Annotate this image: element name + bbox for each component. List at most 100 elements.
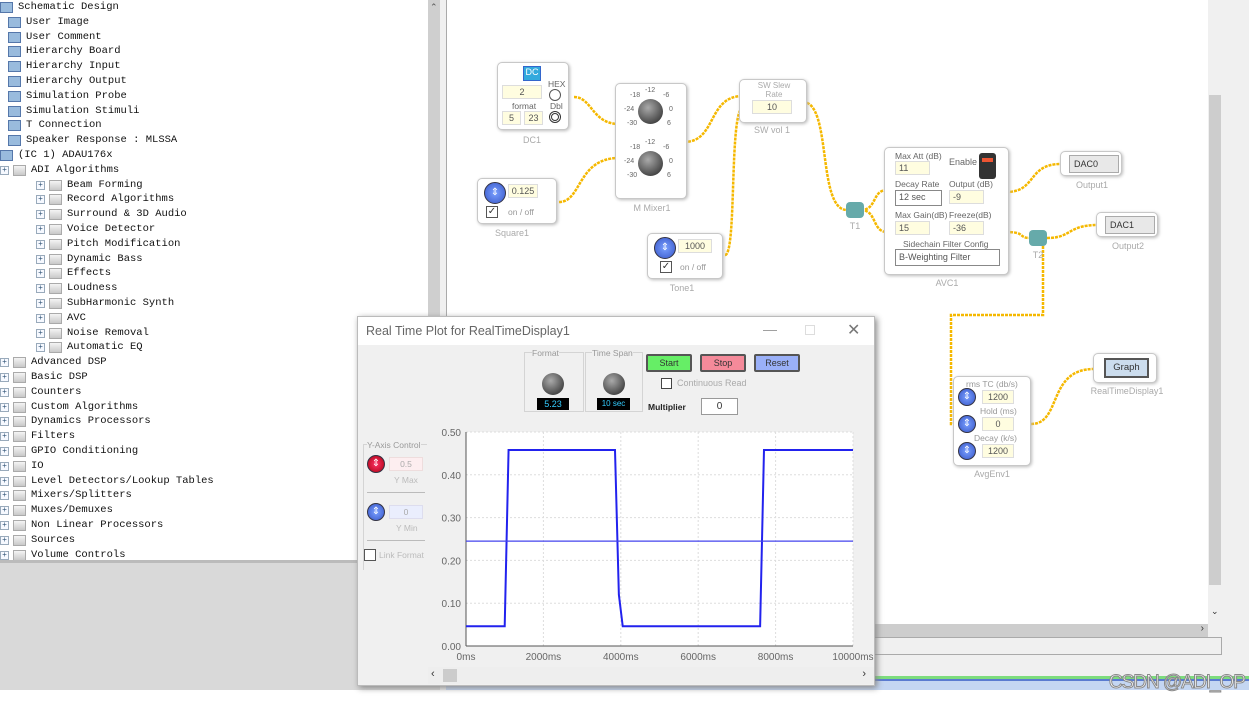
format-knob[interactable] (542, 373, 564, 395)
hold-field[interactable]: 0 (982, 417, 1014, 431)
avc-block[interactable]: Max Att (dB) 11 Enable Decay Rate 12 sec… (884, 147, 1009, 275)
expand-icon[interactable]: + (36, 328, 45, 338)
expand-icon[interactable]: + (36, 195, 45, 205)
output-field[interactable]: -9 (949, 190, 984, 204)
tree-item[interactable]: Simulation Stimuli (8, 104, 139, 119)
dbl-radio[interactable] (549, 111, 561, 123)
output2-block[interactable]: DAC1 (1096, 212, 1158, 237)
plot-horizontal-scrollbar[interactable]: ‹ › (428, 667, 874, 684)
tree-item[interactable]: + Effects (36, 266, 111, 281)
expand-icon[interactable]: + (0, 373, 9, 382)
mixer-knob-1[interactable] (638, 99, 663, 124)
output1-block[interactable]: DAC0 (1060, 151, 1122, 176)
minimize-icon[interactable]: — (763, 321, 777, 337)
spin-icon[interactable]: ⇕ (484, 182, 506, 204)
expand-icon[interactable]: + (0, 491, 9, 501)
tree-item[interactable]: + Record Algorithms (36, 192, 174, 207)
decay-select[interactable]: 12 sec (895, 190, 942, 206)
tree-item[interactable]: Hierarchy Board (8, 44, 121, 59)
expand-icon[interactable]: + (0, 165, 9, 175)
max-gain-field[interactable]: 15 (895, 221, 930, 235)
graph-button[interactable]: Graph (1104, 358, 1149, 378)
tree-item[interactable]: + Sources (0, 533, 75, 548)
hex-radio[interactable] (549, 89, 561, 101)
expand-icon[interactable]: + (0, 476, 9, 486)
expand-icon[interactable]: + (0, 417, 9, 427)
tone-block[interactable]: ⇕ 1000 ✓ on / off (647, 233, 723, 279)
expand-icon[interactable]: + (36, 254, 45, 264)
output1-select[interactable]: DAC0 (1069, 155, 1119, 173)
expand-icon[interactable]: + (36, 239, 45, 249)
square-value-field[interactable]: 0.125 (508, 184, 538, 198)
scroll-up-icon[interactable]: ⌃ (430, 2, 438, 13)
expand-icon[interactable]: + (36, 284, 45, 294)
start-button[interactable]: Start (646, 354, 692, 372)
sidechain-select[interactable]: B-Weighting Filter (895, 249, 1000, 266)
expand-icon[interactable]: + (0, 461, 9, 471)
spin-icon[interactable]: ⇕ (958, 442, 976, 460)
scroll-thumb[interactable] (443, 669, 457, 682)
tree-item[interactable]: + Custom Algorithms (0, 400, 138, 415)
tree-item[interactable]: T Connection (8, 118, 102, 133)
t2-connection[interactable] (1029, 230, 1047, 246)
expand-icon[interactable]: + (36, 299, 45, 308)
canvas-vertical-scrollbar[interactable]: ⌄ (1208, 0, 1222, 624)
tree-item[interactable]: Speaker Response : MLSSA (8, 133, 177, 148)
reset-button[interactable]: Reset (754, 354, 800, 372)
tree-item[interactable]: + Dynamics Processors (0, 414, 151, 429)
tree-item[interactable]: Simulation Probe (8, 89, 127, 104)
swvol-block[interactable]: SW Slew Rate 10 (739, 79, 807, 123)
t1-connection[interactable] (846, 202, 864, 218)
spin-icon[interactable]: ⇕ (958, 388, 976, 406)
scroll-right-icon[interactable]: › (862, 668, 866, 680)
tree-item[interactable]: Hierarchy Output (8, 74, 127, 89)
scroll-left-icon[interactable]: ‹ (431, 668, 435, 680)
tree-item[interactable]: + Beam Forming (36, 178, 143, 193)
continuous-read-checkbox[interactable] (661, 378, 672, 389)
tone-checkbox[interactable]: ✓ (660, 261, 672, 273)
multiplier-input[interactable]: 0 (701, 398, 738, 415)
tree-item[interactable]: + AVC (36, 311, 86, 326)
expand-icon[interactable]: + (0, 358, 9, 368)
tree-item[interactable]: + SubHarmonic Synth (36, 296, 174, 311)
tree-item[interactable]: + Dynamic Bass (36, 252, 143, 267)
dc-block[interactable]: DC 2 format 5 23 HEX Dbl (497, 62, 569, 130)
expand-icon[interactable]: + (36, 313, 45, 323)
square-block[interactable]: ⇕ 0.125 ✓ on / off (477, 178, 557, 224)
expand-icon[interactable]: + (0, 402, 9, 412)
tree-item[interactable]: + Noise Removal (36, 326, 149, 341)
expand-icon[interactable]: + (0, 432, 9, 442)
expand-icon[interactable]: + (0, 447, 9, 456)
dc-value-field[interactable]: 2 (502, 85, 542, 99)
tree-item[interactable]: + Non Linear Processors (0, 518, 163, 533)
expand-icon[interactable]: + (0, 550, 9, 560)
expand-icon[interactable]: + (36, 269, 45, 279)
enable-switch[interactable] (979, 153, 996, 179)
format-a-field[interactable]: 5 (502, 111, 521, 125)
expand-icon[interactable]: + (0, 387, 9, 397)
tree-item[interactable]: + IO (0, 459, 44, 474)
tree-item[interactable]: + Basic DSP (0, 370, 88, 385)
avgenv-block[interactable]: rms TC (db/s) ⇕ 1200 Hold (ms) ⇕ 0 Decay… (953, 376, 1031, 466)
tree-item[interactable]: Hierarchy Input (8, 59, 121, 74)
slew-value-field[interactable]: 10 (752, 100, 792, 114)
rtd-block[interactable]: Graph (1093, 353, 1157, 383)
expand-icon[interactable]: + (0, 506, 9, 516)
mixer-block[interactable]: -12 -18 -6 -24 0 -30 6 -12 -18 -6 -24 0 … (615, 83, 687, 199)
tree-item[interactable]: + Surround & 3D Audio (36, 207, 187, 222)
expand-icon[interactable]: + (0, 535, 9, 545)
tree-item[interactable]: Schematic Design (0, 0, 119, 15)
close-icon[interactable]: ✕ (847, 320, 860, 340)
tree-item[interactable]: + Filters (0, 429, 75, 444)
maximize-icon[interactable] (805, 325, 815, 335)
expand-icon[interactable]: + (36, 225, 45, 234)
scroll-down-icon[interactable]: ⌄ (1211, 606, 1219, 617)
expand-icon[interactable]: + (36, 210, 45, 220)
stop-button[interactable]: Stop (700, 354, 746, 372)
avg-decay-field[interactable]: 1200 (982, 444, 1014, 458)
tree-item[interactable]: + Loudness (36, 281, 117, 296)
tree-item[interactable]: User Image (8, 15, 89, 30)
tree-item[interactable]: + Counters (0, 385, 81, 400)
tree-item[interactable]: + GPIO Conditioning (0, 444, 138, 459)
tree-item[interactable]: (IC 1) ADAU176x (0, 148, 113, 163)
